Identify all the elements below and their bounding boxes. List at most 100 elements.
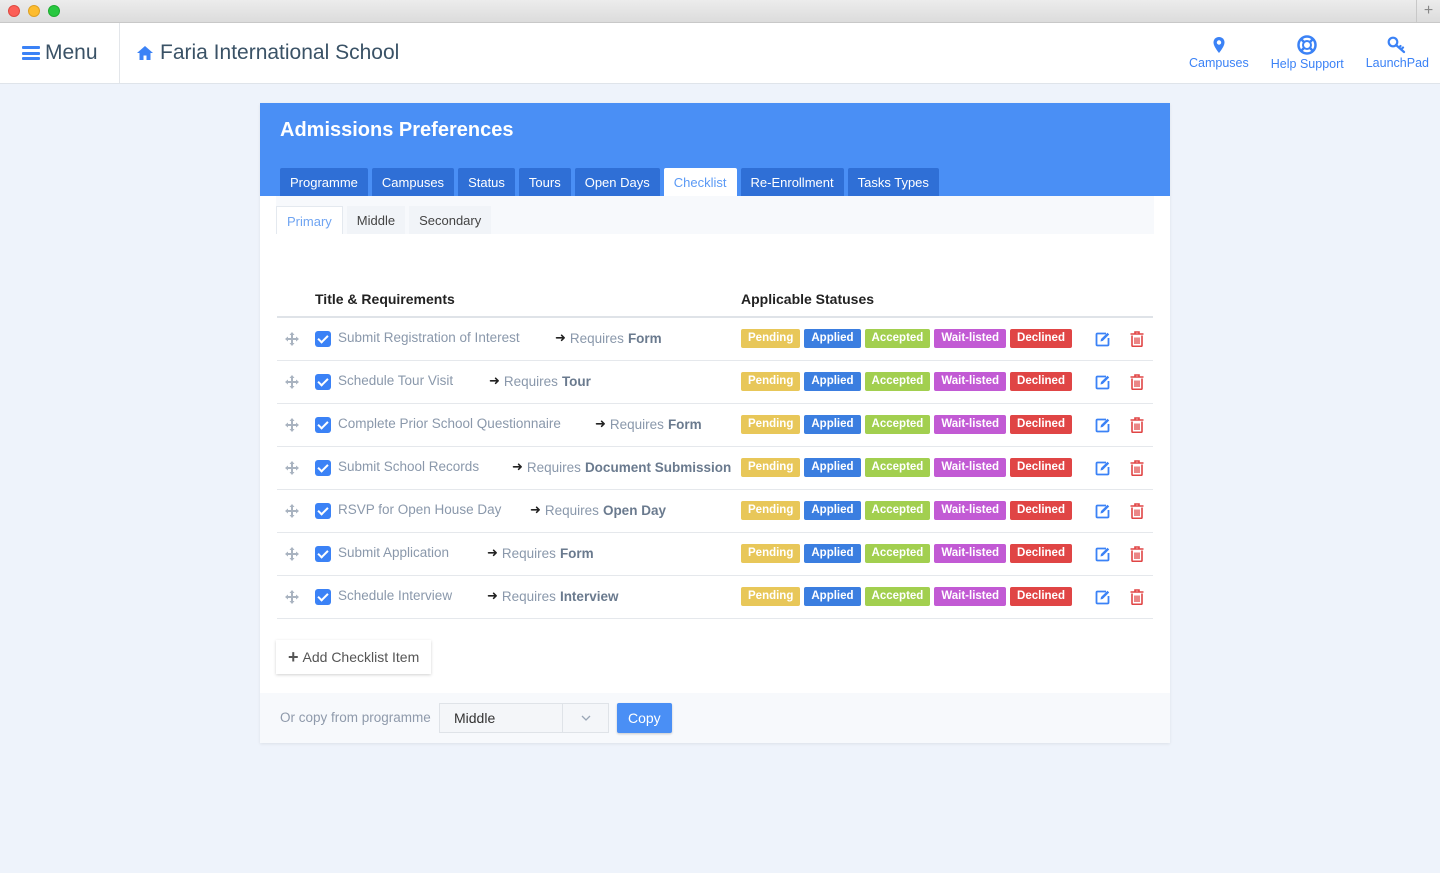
status-badge-waitlisted[interactable]: Wait-listed [934,544,1007,563]
status-badge-waitlisted[interactable]: Wait-listed [934,501,1007,520]
nav-launchpad[interactable]: LaunchPad [1355,23,1440,83]
trash-icon[interactable] [1130,460,1144,476]
edit-icon[interactable] [1095,375,1110,390]
trash-icon[interactable] [1130,546,1144,562]
enabled-checkbox[interactable] [315,331,331,347]
status-badge-waitlisted[interactable]: Wait-listed [934,329,1007,348]
new-tab-button[interactable]: + [1416,0,1440,23]
status-badge-waitlisted[interactable]: Wait-listed [934,372,1007,391]
table-row: Schedule Interview ➜ Requires Interview … [277,576,1153,619]
status-badge-applied[interactable]: Applied [804,587,861,606]
add-checklist-item-button[interactable]: + Add Checklist Item [276,640,432,674]
nav-campuses-label: Campuses [1189,56,1249,70]
checklist-item-title: Complete Prior School Questionnaire [338,416,561,431]
status-badge-accepted[interactable]: Accepted [864,372,931,391]
trash-icon[interactable] [1130,503,1144,519]
status-badge-applied[interactable]: Applied [804,544,861,563]
status-badge-declined[interactable]: Declined [1010,372,1072,391]
status-badge-pending[interactable]: Pending [741,458,801,477]
maximize-window-button[interactable] [48,5,60,17]
edit-icon[interactable] [1095,547,1110,562]
status-badge-accepted[interactable]: Accepted [864,587,931,606]
tab-tasks-types[interactable]: Tasks Types [847,168,939,196]
drag-handle-icon[interactable] [285,375,299,389]
nav-campuses[interactable]: Campuses [1178,23,1260,83]
enabled-checkbox[interactable] [315,546,331,562]
status-badge-accepted[interactable]: Accepted [864,501,931,520]
key-icon [1387,36,1406,54]
drag-handle-icon[interactable] [285,332,299,346]
programme-select[interactable]: Middle [439,703,609,733]
status-badge-pending[interactable]: Pending [741,544,801,563]
copy-button[interactable]: Copy [617,703,672,733]
status-badge-pending[interactable]: Pending [741,372,801,391]
edit-icon[interactable] [1095,590,1110,605]
applicable-statuses: Pending Applied Accepted Wait-listed Decline… [741,544,1076,563]
drag-handle-icon[interactable] [285,461,299,475]
edit-icon[interactable] [1095,418,1110,433]
status-badge-applied[interactable]: Applied [804,458,861,477]
requirement-type: Open Day [602,502,666,518]
edit-icon[interactable] [1095,504,1110,519]
status-badge-accepted[interactable]: Accepted [864,544,931,563]
lifebuoy-icon [1297,35,1317,55]
status-badge-declined[interactable]: Declined [1010,587,1072,606]
status-badge-waitlisted[interactable]: Wait-listed [934,587,1007,606]
trash-icon[interactable] [1130,331,1144,347]
minimize-window-button[interactable] [28,5,40,17]
status-badge-accepted[interactable]: Accepted [864,415,931,434]
enabled-checkbox[interactable] [315,589,331,605]
menu-button[interactable]: Menu [0,23,120,83]
trash-icon[interactable] [1130,589,1144,605]
status-badge-pending[interactable]: Pending [741,587,801,606]
status-badge-pending[interactable]: Pending [741,501,801,520]
top-navbar: Menu Faria International School Campuses… [0,23,1440,84]
trash-icon[interactable] [1130,417,1144,433]
enabled-checkbox[interactable] [315,374,331,390]
edit-icon[interactable] [1095,461,1110,476]
requires-prefix: Requires [609,416,664,432]
tab-status[interactable]: Status [458,168,515,196]
tab-programme[interactable]: Programme [280,168,368,196]
checklist-item-title: Submit Registration of Interest [338,330,520,345]
edit-icon[interactable] [1095,332,1110,347]
status-badge-declined[interactable]: Declined [1010,501,1072,520]
tab-campuses[interactable]: Campuses [371,168,455,196]
school-home-link[interactable]: Faria International School [136,23,399,83]
checklist-item-requirement: ➜ Requires Tour [489,373,591,389]
tab-checklist[interactable]: Checklist [663,168,737,196]
status-badge-pending[interactable]: Pending [741,329,801,348]
subtab-primary[interactable]: Primary [276,206,343,234]
drag-handle-icon[interactable] [285,418,299,432]
chevron-down-icon [562,704,608,732]
nav-help-support[interactable]: Help Support [1260,23,1355,83]
status-badge-declined[interactable]: Declined [1010,415,1072,434]
status-badge-applied[interactable]: Applied [804,415,861,434]
subtab-secondary[interactable]: Secondary [409,206,492,234]
status-badge-waitlisted[interactable]: Wait-listed [934,458,1007,477]
home-icon [137,46,153,60]
enabled-checkbox[interactable] [315,503,331,519]
status-badge-applied[interactable]: Applied [804,372,861,391]
tab-re-enrollment[interactable]: Re-Enrollment [740,168,844,196]
trash-icon[interactable] [1130,374,1144,390]
status-badge-pending[interactable]: Pending [741,415,801,434]
requirement-type: Interview [559,588,619,604]
status-badge-waitlisted[interactable]: Wait-listed [934,415,1007,434]
subtab-middle[interactable]: Middle [346,206,406,234]
status-badge-applied[interactable]: Applied [804,329,861,348]
tab-open-days[interactable]: Open Days [574,168,660,196]
drag-handle-icon[interactable] [285,504,299,518]
status-badge-declined[interactable]: Declined [1010,458,1072,477]
status-badge-declined[interactable]: Declined [1010,329,1072,348]
close-window-button[interactable] [8,5,20,17]
status-badge-declined[interactable]: Declined [1010,544,1072,563]
status-badge-accepted[interactable]: Accepted [864,329,931,348]
enabled-checkbox[interactable] [315,417,331,433]
drag-handle-icon[interactable] [285,590,299,604]
tab-tours[interactable]: Tours [518,168,571,196]
drag-handle-icon[interactable] [285,547,299,561]
enabled-checkbox[interactable] [315,460,331,476]
status-badge-applied[interactable]: Applied [804,501,861,520]
status-badge-accepted[interactable]: Accepted [864,458,931,477]
